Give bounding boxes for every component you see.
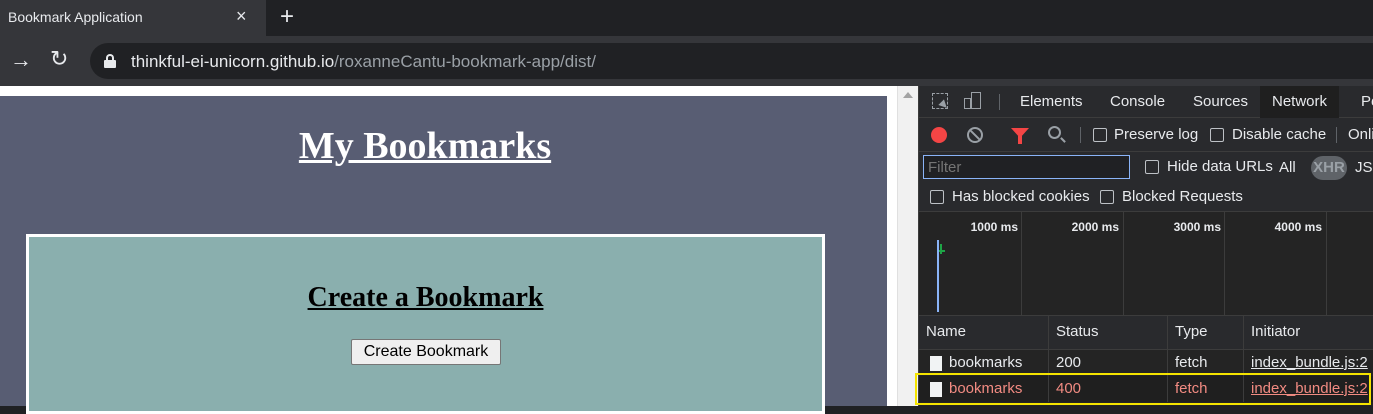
filter-icon[interactable] xyxy=(1011,128,1029,144)
timeline-gridline xyxy=(1123,212,1124,316)
page-body: My Bookmarks Create a Bookmark Create Bo… xyxy=(0,96,887,414)
initiator-link-text[interactable]: index_bundle.js:2 xyxy=(1251,354,1368,371)
create-bookmark-section: Create a Bookmark Create Bookmark xyxy=(26,234,825,414)
hide-data-urls-label: Hide data URLs xyxy=(1167,158,1273,175)
forward-icon[interactable]: → xyxy=(10,48,32,72)
section-title: Create a Bookmark xyxy=(307,282,544,313)
clear-icon[interactable] xyxy=(967,127,983,143)
column-header-initiator[interactable]: Initiator xyxy=(1243,316,1373,349)
timeline-gridline xyxy=(1224,212,1225,316)
tab-title: Bookmark Application xyxy=(8,9,143,25)
timeline-tick: 1000 ms xyxy=(970,220,1018,234)
filter-bar: Hide data URLs All XHR JS xyxy=(919,152,1373,182)
search-icon[interactable] xyxy=(1048,126,1061,139)
throttling-select[interactable]: Onli xyxy=(1348,126,1373,143)
network-toolbar: Preserve log Disable cache Onli xyxy=(919,118,1373,152)
requests-table-header: Name Status Type Initiator xyxy=(919,316,1373,350)
filter-input[interactable] xyxy=(923,155,1130,179)
timeline-gridline xyxy=(1326,212,1327,316)
tab-performance[interactable]: Pe xyxy=(1349,86,1373,118)
timeline-bar xyxy=(940,244,942,254)
column-header-status[interactable]: Status xyxy=(1048,316,1167,349)
filter-type-xhr[interactable]: XHR xyxy=(1311,156,1347,180)
page-title: My Bookmarks xyxy=(298,125,552,167)
timeline-tick: 3000 ms xyxy=(1173,220,1221,234)
timeline-tick: 4000 ms xyxy=(1274,220,1322,234)
tab-elements[interactable]: Elements xyxy=(1008,86,1095,118)
network-timeline[interactable]: 1000 ms 2000 ms 3000 ms 4000 ms xyxy=(919,212,1373,316)
preserve-log-checkbox[interactable] xyxy=(1093,128,1107,142)
devtools-tab-bar: Elements Console Sources Network Pe xyxy=(919,86,1373,118)
blocked-requests-checkbox[interactable] xyxy=(1100,190,1114,204)
filter-type-all[interactable]: All xyxy=(1279,159,1296,176)
tab-network[interactable]: Network xyxy=(1260,86,1340,118)
highlight-box xyxy=(915,373,1371,405)
tab-strip: Bookmark Application × + xyxy=(0,0,1373,36)
create-bookmark-button[interactable]: Create Bookmark xyxy=(351,339,501,365)
blocked-filter-bar: Has blocked cookies Blocked Requests xyxy=(919,182,1373,212)
divider xyxy=(1336,127,1337,143)
device-toolbar-icon[interactable] xyxy=(964,92,982,110)
has-blocked-cookies-label: Has blocked cookies xyxy=(952,188,1090,205)
disable-cache-checkbox[interactable] xyxy=(1210,128,1224,142)
preserve-log-label: Preserve log xyxy=(1114,126,1199,143)
url-path: /roxanneCantu-bookmark-app/dist/ xyxy=(334,52,596,71)
tab-sources[interactable]: Sources xyxy=(1181,86,1260,118)
page-scrollbar[interactable] xyxy=(897,86,918,406)
devtools-panel: Elements Console Sources Network Pe Pres… xyxy=(918,86,1373,406)
timeline-gridline xyxy=(1021,212,1022,316)
column-header-type[interactable]: Type xyxy=(1167,316,1243,349)
page-viewport: My Bookmarks Create a Bookmark Create Bo… xyxy=(0,86,918,414)
column-header-name[interactable]: Name xyxy=(919,316,1048,349)
tab-console[interactable]: Console xyxy=(1098,86,1177,118)
browser-toolbar: → ↻ thinkful-ei-unicorn.github.io/roxann… xyxy=(0,36,1373,86)
new-tab-icon[interactable]: + xyxy=(280,3,294,31)
disable-cache-label: Disable cache xyxy=(1232,126,1327,143)
inspect-element-icon[interactable] xyxy=(932,93,948,109)
record-icon[interactable] xyxy=(931,127,947,143)
divider xyxy=(999,94,1000,110)
timeline-tick: 2000 ms xyxy=(1071,220,1119,234)
url-text[interactable]: thinkful-ei-unicorn.github.io/roxanneCan… xyxy=(131,52,596,72)
scroll-up-icon[interactable] xyxy=(903,92,913,98)
browser-tab[interactable]: Bookmark Application × xyxy=(0,0,266,36)
url-host: thinkful-ei-unicorn.github.io xyxy=(131,52,335,71)
address-bar[interactable]: thinkful-ei-unicorn.github.io/roxanneCan… xyxy=(90,43,1373,79)
close-icon[interactable]: × xyxy=(236,7,247,25)
filter-type-js[interactable]: JS xyxy=(1355,159,1373,176)
divider xyxy=(1080,127,1081,143)
reload-icon[interactable]: ↻ xyxy=(50,47,68,71)
hide-data-urls-checkbox[interactable] xyxy=(1145,160,1159,174)
lock-icon[interactable] xyxy=(104,54,116,68)
blocked-requests-label: Blocked Requests xyxy=(1122,188,1243,205)
has-blocked-cookies-checkbox[interactable] xyxy=(930,190,944,204)
